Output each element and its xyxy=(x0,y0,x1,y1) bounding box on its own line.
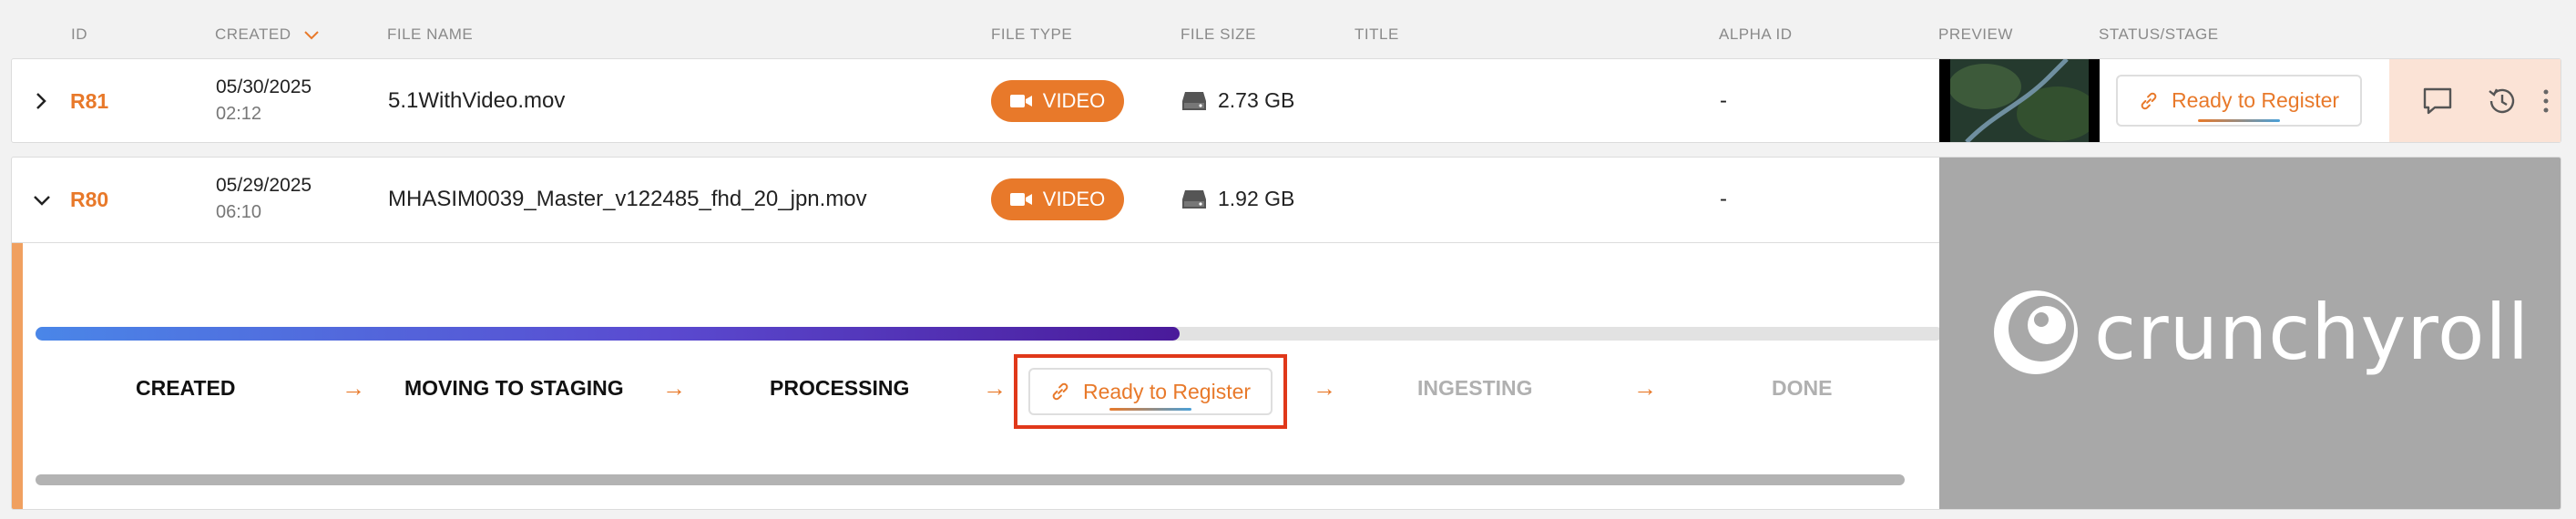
created-date: 05/29/2025 xyxy=(216,175,312,196)
expanded-accent-bar xyxy=(12,243,23,509)
created-cell: 05/30/2025 02:12 xyxy=(216,77,312,123)
arrow-right-icon: → xyxy=(342,374,365,402)
button-underline xyxy=(2198,119,2280,122)
preview-image xyxy=(1939,59,2100,142)
stage-created: CREATED xyxy=(136,376,236,400)
row-actions xyxy=(2389,59,2561,142)
header-created[interactable]: CREATED xyxy=(215,25,320,44)
link-icon xyxy=(2141,92,2157,109)
header-status: STATUS/STAGE xyxy=(2099,25,2219,43)
file-type-badge: VIDEO xyxy=(991,178,1124,220)
file-name: 5.1WithVideo.mov xyxy=(388,88,566,113)
stage-moving-to-staging: MOVING TO STAGING xyxy=(404,376,624,400)
header-file-type[interactable]: FILE TYPE xyxy=(991,25,1072,44)
header-alpha-id[interactable]: ALPHA ID xyxy=(1719,25,1793,44)
row-id[interactable]: R80 xyxy=(70,188,108,212)
comment-icon[interactable] xyxy=(2422,86,2453,116)
video-camera-icon xyxy=(1009,193,1032,206)
header-id[interactable]: ID xyxy=(71,25,87,44)
created-time: 02:12 xyxy=(216,104,262,124)
preview-thumbnail[interactable] xyxy=(1939,59,2100,142)
current-stage-highlight: Ready to Register xyxy=(1014,354,1287,429)
row-divider xyxy=(12,242,1939,243)
hard-drive-icon xyxy=(1182,91,1206,110)
file-size: 2.73 GB xyxy=(1181,88,1294,113)
link-icon xyxy=(1052,382,1068,401)
horizontal-scrollbar[interactable] xyxy=(36,474,1905,485)
stage-ingesting: INGESTING xyxy=(1417,376,1533,400)
chevron-down-icon xyxy=(304,30,319,39)
chevron-down-icon[interactable] xyxy=(32,194,52,207)
button-underline xyxy=(1109,408,1191,411)
header-preview: PREVIEW xyxy=(1938,25,2013,43)
ready-to-register-button[interactable]: Ready to Register xyxy=(1028,368,1273,415)
file-size: 1.92 GB xyxy=(1181,187,1294,211)
arrow-right-icon: → xyxy=(1633,374,1657,402)
file-type-badge: VIDEO xyxy=(991,80,1124,122)
arrow-right-icon: → xyxy=(983,374,1007,402)
header-file-size[interactable]: FILE SIZE xyxy=(1181,25,1256,44)
more-vertical-icon[interactable] xyxy=(2542,88,2550,114)
created-cell: 05/29/2025 06:10 xyxy=(216,176,312,221)
stage-done: DONE xyxy=(1772,376,1833,400)
header-title[interactable]: TITLE xyxy=(1354,25,1399,44)
history-icon[interactable] xyxy=(2486,86,2517,117)
file-name: MHASIM0039_Master_v122485_fhd_20_jpn.mov xyxy=(388,187,867,211)
row-id[interactable]: R81 xyxy=(70,89,108,114)
progress-track xyxy=(36,327,1943,341)
alpha-id: - xyxy=(1720,88,1727,113)
table-row[interactable]: R81 05/30/2025 02:12 5.1WithVideo.mov VI… xyxy=(11,58,2561,143)
arrow-right-icon: → xyxy=(1313,374,1336,402)
chevron-right-icon[interactable] xyxy=(35,91,47,111)
header-file-name[interactable]: FILE NAME xyxy=(387,25,473,44)
table-row-expanded[interactable]: R80 05/29/2025 06:10 MHASIM0039_Master_v… xyxy=(11,157,2561,510)
alpha-id: - xyxy=(1720,187,1727,211)
logo-text: crunchyroll xyxy=(2094,288,2530,377)
created-date: 05/30/2025 xyxy=(216,76,312,97)
ready-to-register-button[interactable]: Ready to Register xyxy=(2116,75,2362,127)
crunchyroll-logo: crunchyroll xyxy=(1990,287,2530,378)
hard-drive-icon xyxy=(1182,189,1206,209)
created-time: 06:10 xyxy=(216,202,262,222)
progress-fill xyxy=(36,327,1181,341)
arrow-right-icon: → xyxy=(662,374,686,402)
stage-processing: PROCESSING xyxy=(770,376,910,400)
preview-panel: crunchyroll xyxy=(1939,158,2561,509)
video-camera-icon xyxy=(1009,95,1032,107)
crunchyroll-logo-icon xyxy=(1994,290,2078,374)
